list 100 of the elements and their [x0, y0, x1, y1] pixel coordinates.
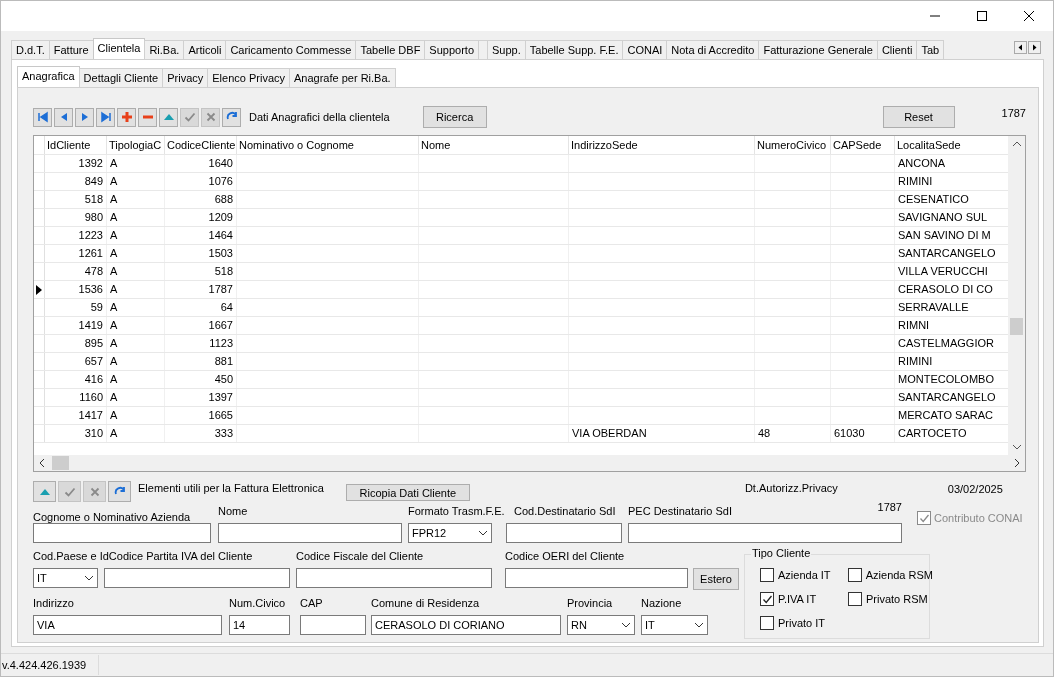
tab[interactable]: Dettagli Cliente — [78, 68, 164, 87]
input-field[interactable] — [300, 615, 366, 635]
checkbox[interactable]: Privato RSM — [848, 592, 933, 606]
input-field[interactable] — [218, 523, 402, 543]
column-header[interactable]: IdCliente — [45, 136, 107, 154]
copy-client-button[interactable]: Ricopia Dati Cliente — [345, 484, 470, 501]
tab[interactable]: Clientela — [92, 38, 146, 59]
table-cell: A — [110, 301, 118, 313]
tab[interactable]: Elenco Privacy — [207, 68, 290, 87]
dropdown[interactable]: FPR12 — [408, 523, 492, 543]
tab[interactable]: Privacy — [162, 68, 209, 87]
input-field[interactable] — [296, 568, 492, 588]
tab[interactable]: Tab — [916, 40, 945, 59]
table-cell: A — [110, 319, 118, 331]
vertical-scrollbar[interactable] — [1008, 136, 1025, 455]
field-label: Comune di Residenza — [371, 597, 480, 609]
reset-button[interactable]: Reset — [882, 106, 955, 128]
column-header[interactable]: Nominativo o Cognome — [237, 136, 419, 154]
column-header[interactable]: CodiceCliente — [165, 136, 237, 154]
table-cell: 450 — [214, 373, 233, 385]
tab[interactable]: Anagrafe per Ri.Ba. — [289, 68, 396, 87]
input-field[interactable] — [628, 523, 902, 543]
input-field[interactable] — [33, 523, 211, 543]
last-button[interactable] — [96, 107, 115, 127]
checkbox[interactable]: P.IVA IT — [760, 592, 848, 606]
table-cell: 980 — [84, 211, 103, 223]
tab[interactable]: Ri.Ba. — [144, 40, 185, 59]
field-label: Num.Civico — [229, 597, 286, 609]
privacy-label: Dt.Autorizz.Privacy — [744, 482, 838, 494]
column-header[interactable]: NumeroCivico — [755, 136, 831, 154]
table-cell: 64 — [220, 301, 233, 313]
scroll-thumb[interactable] — [1010, 318, 1023, 335]
dropdown[interactable]: IT — [641, 615, 708, 635]
table-cell: SERRAVALLE — [898, 301, 969, 313]
edit-button[interactable] — [33, 481, 56, 502]
column-header[interactable]: IndirizzoSede — [569, 136, 755, 154]
table-cell: 895 — [84, 337, 103, 349]
scroll-down-icon[interactable] — [1011, 443, 1022, 451]
dropdown[interactable]: RN — [567, 615, 635, 635]
table-cell: 310 — [84, 427, 103, 439]
input-field[interactable]: 14 — [229, 615, 290, 635]
table-cell: 849 — [84, 175, 103, 187]
table-cell: VIA OBERDAN — [572, 427, 647, 439]
close-icon[interactable] — [1023, 10, 1035, 22]
tab[interactable]: Supporto — [424, 40, 479, 59]
checkbox[interactable]: Azienda IT — [760, 568, 848, 582]
table-cell: MONTECOLOMBO — [898, 373, 994, 385]
table-cell: 1209 — [208, 211, 233, 223]
edit-button[interactable] — [159, 107, 178, 127]
table-cell: 333 — [214, 427, 233, 439]
column-header[interactable]: TipologiaC — [107, 136, 165, 154]
table-cell: ANCONA — [898, 157, 946, 169]
table-cell: A — [110, 391, 118, 403]
input-field[interactable] — [104, 568, 290, 588]
table-cell: 1392 — [78, 157, 103, 169]
column-header[interactable]: CAPSede — [831, 136, 895, 154]
first-button[interactable] — [33, 107, 52, 127]
refresh-button[interactable] — [222, 107, 241, 127]
input-field[interactable] — [506, 523, 622, 543]
table-cell: 1076 — [208, 175, 233, 187]
table-cell: SANTARCANGELO — [898, 391, 996, 403]
horizontal-scrollbar[interactable] — [34, 455, 1025, 471]
input-field[interactable]: VIA — [33, 615, 222, 635]
field-label: Nazione — [641, 597, 682, 609]
tab[interactable]: Anagrafica — [17, 66, 80, 87]
last-record-icon — [99, 111, 112, 123]
tab[interactable]: D.d.T. — [11, 40, 50, 59]
chevron-down-icon — [478, 530, 488, 536]
tab[interactable]: Tabelle Supp. F.E. — [524, 40, 624, 59]
previous-button[interactable] — [54, 107, 73, 127]
checkbox[interactable]: Privato IT — [760, 616, 848, 630]
search-button[interactable]: Ricerca — [422, 106, 487, 128]
scroll-right-icon[interactable] — [1028, 41, 1041, 54]
foreign-button[interactable]: Estero — [693, 568, 739, 590]
section-caption: Elementi utili per la Fattura Elettronica — [138, 482, 324, 494]
first-record-icon — [36, 111, 49, 123]
table-cell: RIMINI — [898, 355, 933, 367]
table-cell: 518 — [84, 193, 103, 205]
input-field[interactable] — [505, 568, 688, 588]
tab[interactable]: Supp. — [487, 40, 526, 59]
scroll-left-icon[interactable] — [1014, 41, 1027, 54]
maximize-icon[interactable] — [976, 10, 988, 22]
next-button[interactable] — [75, 107, 94, 127]
add-button[interactable] — [117, 107, 136, 127]
delete-button[interactable] — [138, 107, 157, 127]
table-cell: A — [110, 211, 118, 223]
scroll-thumb[interactable] — [52, 456, 69, 470]
column-header[interactable]: Nome — [419, 136, 569, 154]
refresh-button[interactable] — [108, 481, 131, 502]
table-cell: RIMINI — [898, 175, 933, 187]
table-cell: SAN SAVINO DI M — [898, 229, 991, 241]
field-label: Cod.Destinatario SdI — [513, 505, 616, 517]
table-cell: 61030 — [834, 427, 865, 439]
checkbox[interactable]: Azienda RSM — [848, 568, 933, 582]
table-cell: 1787 — [208, 283, 233, 295]
scroll-up-icon[interactable] — [1011, 140, 1022, 148]
input-field[interactable]: CERASOLO DI CORIANO — [371, 615, 561, 635]
table-cell: A — [110, 247, 118, 259]
column-header[interactable]: LocalitaSede — [895, 136, 1008, 154]
dropdown[interactable]: IT — [33, 568, 98, 588]
